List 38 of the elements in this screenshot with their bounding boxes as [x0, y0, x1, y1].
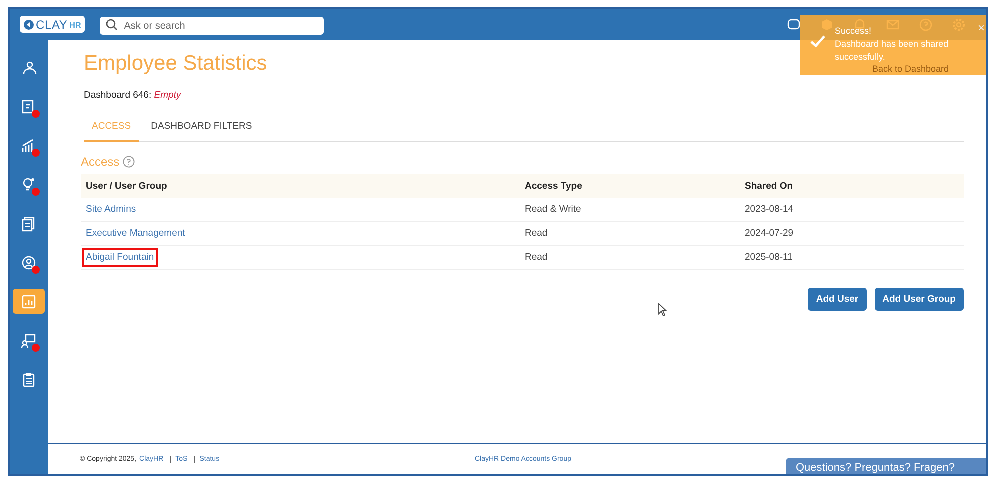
column-header: Access Type: [525, 180, 584, 192]
add-user-button[interactable]: Add User: [808, 288, 867, 311]
check-icon: [810, 35, 826, 48]
chat-tab[interactable]: Questions? Preguntas? Fragen?: [786, 458, 986, 474]
people-icon: [21, 60, 37, 76]
toast-message: Dashboard has been shared successfully.: [835, 38, 950, 64]
dashboard-status: Empty: [154, 90, 182, 101]
table-cell-text: 2025-08-11: [745, 252, 794, 263]
table-cell-text: 2024-07-29: [745, 228, 795, 239]
column-header: User / User Group: [86, 180, 168, 192]
logo-icon: [24, 20, 34, 30]
section-title: Access: [81, 155, 120, 169]
user-link[interactable]: Site Admins: [82, 200, 140, 219]
table-cell-text: Read: [525, 252, 549, 263]
help-icon[interactable]: [122, 156, 135, 168]
add-user-group-button[interactable]: Add User Group: [874, 288, 964, 311]
report-icon: [21, 294, 37, 310]
column-header: Shared On: [745, 180, 794, 192]
dashboard-label: Dashboard 646:: [84, 90, 152, 101]
user-link[interactable]: Executive Management: [82, 224, 190, 243]
logo[interactable]: CLAY HR: [20, 16, 86, 33]
files-icon: [21, 216, 37, 232]
page-title: Employee Statistics: [84, 52, 268, 77]
table-cell-text: Read & Write: [525, 204, 582, 215]
search-field[interactable]: Ask or search: [100, 17, 324, 35]
search-icon: [106, 18, 118, 30]
monitor-icon: [21, 332, 37, 348]
table-cell-text: Read: [525, 228, 549, 239]
user-link[interactable]: Abigail Fountain: [82, 248, 158, 267]
lightbulb-icon: [21, 176, 37, 192]
clipboard-icon: [21, 372, 37, 388]
tab[interactable]: DASHBOARD FILTERS: [143, 115, 260, 141]
table-cell-text: 2023-08-14: [745, 204, 795, 215]
back-link[interactable]: Back to Dashboard: [872, 64, 949, 74]
toast-title: Success!: [835, 25, 873, 38]
cursor-icon: [658, 303, 668, 317]
chat-icon[interactable]: [787, 18, 801, 32]
user-circle-icon: [21, 254, 37, 270]
